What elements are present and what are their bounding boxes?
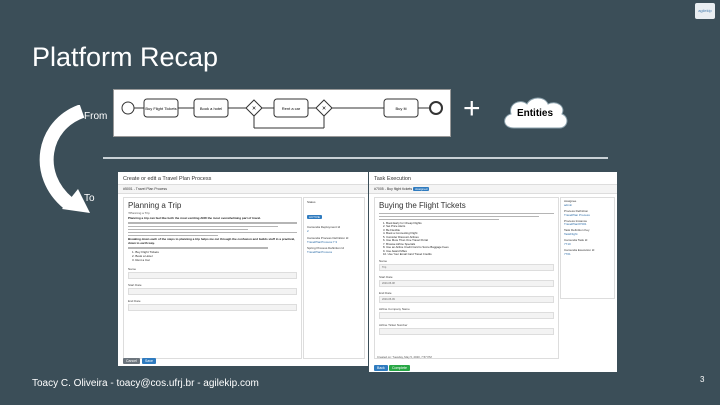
end-event	[429, 101, 443, 115]
sidebar-value: TravelPlanProcess:7:3	[307, 239, 338, 244]
task-status-badge: Assigned	[413, 187, 430, 191]
plus-sign: +	[463, 92, 481, 125]
window-title: Task Execution	[369, 172, 617, 185]
field-label-name: Name	[128, 266, 137, 271]
end-date-input[interactable]: 2020-05-09	[379, 295, 554, 303]
sidebar-value: TaskFlight	[564, 232, 578, 237]
task-label: Rent a car	[282, 106, 301, 111]
task-sidebar: Assignee admin Process Definition Travel…	[560, 197, 615, 299]
cancel-button[interactable]: Cancel	[123, 358, 140, 364]
task-label: Buy Iti	[395, 106, 406, 111]
bold-intro: Planning a trip can feel like both the m…	[128, 216, 261, 220]
sidebar-value: 7701	[564, 251, 571, 256]
bpmn-diagram: Buy Flight Tickets Book a hotel × Rent a…	[113, 89, 451, 137]
field-label-ticket-number: Airline Ticket Number	[379, 322, 408, 327]
sidebar-value: TravelPlan Process	[564, 212, 590, 217]
agilekip-logo: agilekip	[695, 3, 715, 19]
list-item: 10. Use Your Email Card Travel Credits	[383, 252, 432, 257]
save-button[interactable]: Save	[142, 358, 156, 364]
field-label-start-date: Start Date	[379, 274, 393, 279]
process-id: #5001 - Travel Plan Process	[118, 185, 368, 194]
field-label-start-date: Start Date	[128, 282, 142, 287]
field-label-end-date: End Date	[128, 298, 141, 303]
created-on-text: Created on: Tuesday, May 5, 2020, 7:57 P…	[377, 355, 432, 359]
field-label-airline-company: Airline Company Name	[379, 306, 410, 311]
sidebar-value: TravelPlan#7001	[564, 222, 587, 227]
svg-text:×: ×	[322, 106, 326, 113]
sidebar-value: admin	[564, 202, 573, 207]
name-input[interactable]	[128, 271, 297, 279]
footer-author: Toacy C. Oliveira - toacy@cos.ufrj.br - …	[32, 378, 259, 389]
slide: agilekip Platform Recap From To Buy Flig…	[0, 0, 720, 405]
sidebar-value: 7710	[564, 242, 571, 247]
page-number: 3	[700, 375, 705, 384]
task-execution-screenshot: Task Execution #7005 - Buy flight ticket…	[369, 172, 617, 372]
airline-company-input[interactable]	[379, 311, 554, 319]
form-title: Planning a Trip	[128, 201, 182, 210]
start-event	[121, 101, 135, 115]
field-label-name: Name	[379, 258, 388, 263]
task-form-panel: Buying the Flight Tickets 1. Book Early …	[374, 197, 559, 359]
form-panel: Planning a Trip !!Planning a Trip Planni…	[123, 197, 302, 359]
task-id: #7005 - Buy flight tickets	[374, 187, 413, 191]
sidebar-value: TravelPlanProcess	[307, 250, 333, 255]
curved-arrow-icon	[39, 105, 90, 213]
form-subtitle: !!Planning a Trip	[128, 211, 150, 215]
task-form-title: Buying the Flight Tickets	[379, 201, 466, 210]
end-date-input[interactable]	[128, 303, 297, 311]
back-button[interactable]: Back	[374, 365, 388, 371]
list-item: 3. Rent a Car	[132, 257, 150, 262]
task-id-row: #7005 - Buy flight tickets Assigned	[369, 185, 617, 194]
create-process-screenshot: Create or edit a Travel Plan Process #50…	[118, 172, 368, 366]
start-date-input[interactable]: 2020-05-08	[379, 279, 554, 287]
slide-title: Platform Recap	[32, 42, 219, 72]
process-sidebar: Status ACTIVE Camunda Deployment Id 2 Ca…	[303, 197, 365, 359]
divider-line	[103, 157, 608, 159]
name-input[interactable]: Trip	[379, 263, 554, 271]
entities-label: Entities	[516, 108, 554, 119]
bold-breaking: Breaking down each of the steps to plann…	[128, 236, 296, 245]
status-badge: ACTIVE	[307, 214, 322, 219]
complete-button[interactable]: Complete	[389, 365, 410, 371]
window-title: Create or edit a Travel Plan Process	[118, 172, 368, 185]
sidebar-value: 2	[307, 228, 309, 233]
task-label: Buy Flight Tickets	[145, 106, 176, 111]
ticket-number-input[interactable]	[379, 327, 554, 335]
field-label-end-date: End Date	[379, 290, 392, 295]
start-date-input[interactable]	[128, 287, 297, 295]
task-label: Book a hotel	[200, 106, 222, 111]
svg-text:×: ×	[252, 106, 256, 113]
